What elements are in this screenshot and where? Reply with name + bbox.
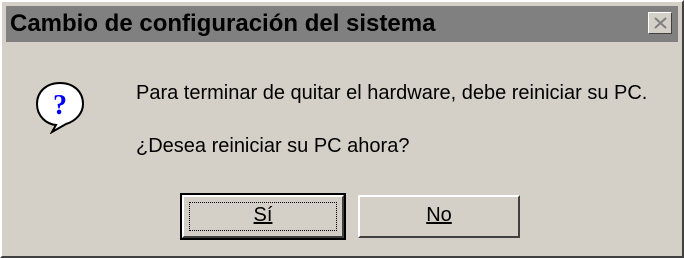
title-bar[interactable]: Cambio de configuración del sistema (6, 6, 678, 42)
window-title: Cambio de configuración del sistema (10, 10, 436, 37)
yes-button[interactable]: Sí (180, 193, 346, 240)
no-button-label: No (426, 204, 452, 226)
svg-text:?: ? (53, 90, 67, 121)
restart-dialog: Cambio de configuración del sistema ? Pa… (0, 0, 684, 258)
question-icon: ? (35, 81, 85, 134)
message-line-2: ¿Desea reiniciar su PC ahora? (136, 135, 410, 157)
message-line-1: Para terminar de quitar el hardware, deb… (136, 82, 648, 104)
close-button[interactable] (648, 12, 672, 34)
no-button[interactable]: No (358, 195, 520, 238)
focus-rectangle (189, 202, 337, 231)
close-icon (654, 17, 667, 29)
